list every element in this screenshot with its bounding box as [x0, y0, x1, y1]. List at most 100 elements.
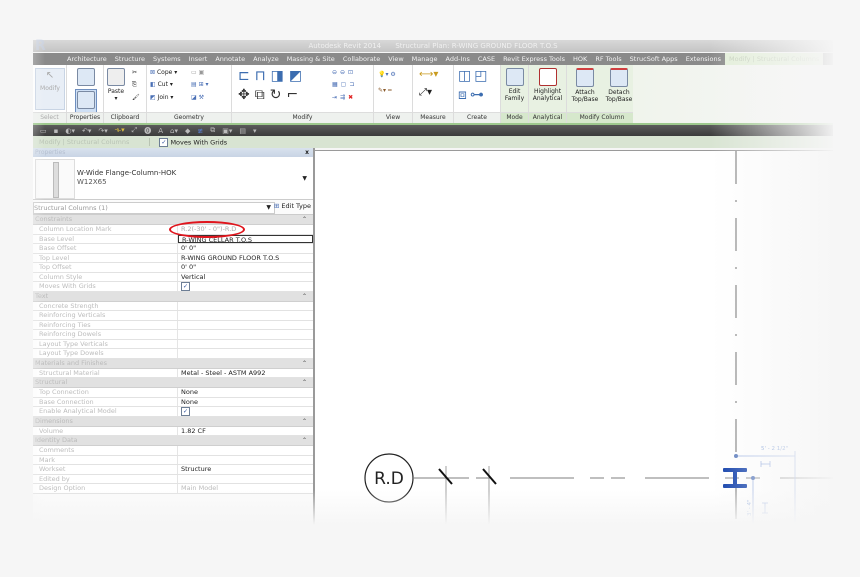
property-value[interactable] [178, 340, 313, 349]
property-value[interactable] [178, 302, 313, 311]
tab-strucsoft-apps[interactable]: StrucSoft Apps [626, 53, 682, 65]
property-value[interactable] [178, 311, 313, 320]
text-icon[interactable]: A [158, 127, 163, 135]
property-group-header[interactable]: Materials and Finishes ⌃ [33, 358, 313, 369]
property-group-header[interactable]: Identity Data ⌃ [33, 436, 313, 446]
property-group-header[interactable]: Text ⌃ [33, 291, 313, 302]
property-value[interactable]: 0' 0" [178, 263, 313, 272]
tab-revit-express-tools[interactable]: Revit Express Tools [499, 53, 569, 65]
thin-lines-icon[interactable]: ≢ [197, 127, 203, 135]
dimension-grip[interactable] [734, 454, 738, 458]
addin-icon[interactable]: ▤ [239, 127, 246, 135]
detach-top-base-button[interactable]: Detach Top/Base [603, 68, 635, 103]
type-properties-button[interactable] [77, 68, 95, 88]
property-value[interactable]: ✓ [178, 407, 313, 416]
collapse-icon[interactable]: ⌃ [302, 359, 307, 368]
moves-with-grids-option[interactable]: ✓ Moves With Grids [159, 137, 227, 147]
property-value[interactable]: 0' 0" [178, 244, 313, 253]
property-value[interactable]: ✓ [178, 282, 313, 291]
property-group-header[interactable]: Structural ⌃ [33, 378, 313, 388]
cut-clip-icon[interactable]: ✂ [132, 69, 137, 76]
create-part-icons[interactable]: ◫◰ [458, 68, 490, 84]
dimension-grip[interactable] [751, 476, 755, 480]
match-properties-icon[interactable]: 🖌 [132, 94, 140, 101]
tab-collaborate[interactable]: Collaborate [339, 53, 384, 65]
property-value[interactable]: Metal - Steel - ASTM A992 [178, 369, 313, 378]
drawing-canvas[interactable]: R.D 5' - 2 1/2" 3' - 4" [315, 150, 833, 544]
tab-extensions[interactable]: Extensions [682, 53, 725, 65]
property-value[interactable]: Main Model [178, 484, 313, 493]
property-value[interactable] [178, 456, 313, 465]
tab-annotate[interactable]: Annotate [211, 53, 249, 65]
tab-modify-structural-columns[interactable]: Modify | Structural Columns [724, 53, 824, 65]
aligned-dimension-icon[interactable]: ⟛▾ [115, 126, 125, 135]
override-brush-icon[interactable]: ✎▾ ═ [378, 87, 392, 94]
open-icon[interactable]: ▭ [40, 127, 47, 135]
collapse-icon[interactable]: ⌃ [302, 417, 307, 426]
tab-analyze[interactable]: Analyze [249, 53, 283, 65]
tab-massing-site[interactable]: Massing & Site [283, 53, 339, 65]
collapse-icon[interactable]: ⌃ [302, 292, 307, 301]
redo-icon[interactable]: ↷▾ [98, 127, 107, 135]
join-button[interactable]: ◩ Join ▾ [150, 94, 173, 101]
tab-hok[interactable]: HOK [569, 53, 591, 65]
property-value[interactable] [178, 330, 313, 339]
dimension-vertical-text[interactable]: 3' - 4" [747, 499, 753, 516]
unpin-delete-icons[interactable]: ⇥⇶✖ [332, 94, 356, 101]
3d-view-icon[interactable]: ⌂▾ [170, 127, 178, 135]
tab-rf-tools[interactable]: RF Tools [591, 53, 625, 65]
dimension-horizontal-text[interactable]: 5' - 2 1/2" [761, 446, 788, 452]
tab-systems[interactable]: Systems [149, 53, 185, 65]
property-value[interactable] [178, 446, 313, 455]
property-group-header[interactable]: Dimensions ⌃ [33, 416, 313, 427]
attach-top-base-button[interactable]: Attach Top/Base [569, 68, 601, 103]
edit-family-button[interactable]: Edit Family [503, 68, 526, 102]
tab-structure[interactable]: Structure [111, 53, 149, 65]
paste-button[interactable]: Paste ▾ [107, 68, 125, 102]
wall-joins-icon[interactable]: ▭ ▣ [191, 69, 204, 76]
modify-button[interactable]: ↖ Modify [35, 68, 65, 110]
collapse-icon[interactable]: ⌃ [302, 436, 307, 445]
tab-manage[interactable]: Manage [408, 53, 442, 65]
close-icon[interactable]: x [305, 148, 309, 157]
paint-icon[interactable]: ◪ ⚒ [191, 94, 204, 101]
chevron-down-icon[interactable]: ▼ [302, 175, 307, 182]
highlight-analytical-button[interactable]: Highlight Analytical [531, 68, 564, 102]
tag-icon[interactable]: ⓿ [144, 126, 151, 136]
tab-add-ins[interactable]: Add-Ins [442, 53, 474, 65]
edit-type-button[interactable]: ⊞ Edit Type [274, 202, 311, 210]
collapse-icon[interactable]: ⌃ [302, 215, 307, 224]
split-face-icon[interactable]: ▤ ⊞ ▾ [191, 81, 209, 88]
property-value[interactable]: 1.82 CF [178, 427, 313, 436]
properties-toggle-button[interactable] [75, 89, 97, 113]
property-group-header[interactable]: Constraints ⌃ [33, 215, 313, 225]
align-offset-mirror-icons[interactable]: ⊏⊓◨◩ [238, 68, 307, 84]
property-checkbox[interactable]: ✓ [181, 282, 190, 291]
cut-button[interactable]: ◧ Cut ▾ [150, 81, 173, 88]
property-value[interactable] [178, 321, 313, 330]
property-value[interactable]: R.2(-30' - 0")-R.D [169, 221, 313, 238]
tab-view[interactable]: View [384, 53, 407, 65]
tab-case[interactable]: CASE [474, 53, 499, 65]
customize-qat-icon[interactable]: ▾ [253, 127, 257, 135]
hide-bulb-icon[interactable]: 💡▾ ⚙ [378, 71, 396, 78]
collapse-icon[interactable]: ⌃ [302, 378, 307, 387]
create-assembly-icons[interactable]: ⧈⊶ [458, 87, 487, 103]
property-value[interactable]: R-WING GROUND FLOOR T.O.S [178, 254, 313, 263]
cope-button[interactable]: ⊠ Cope ▾ [150, 69, 177, 76]
split-icons[interactable]: ⊖⊖⊡ [332, 69, 356, 76]
sync-icon[interactable]: ◐▾ [65, 127, 75, 135]
measure-ruler-icon[interactable]: ⟷▾ [419, 69, 438, 80]
moves-with-grids-checkbox[interactable]: ✓ [159, 137, 169, 147]
property-value[interactable]: Vertical [178, 273, 313, 282]
property-value[interactable] [178, 475, 313, 484]
dimension-icon[interactable]: ⤢▾ [419, 87, 432, 98]
property-value[interactable]: None [178, 388, 313, 397]
type-selector[interactable]: W-Wide Flange-Column-HOK W12X65 ▼ [33, 157, 313, 200]
switch-windows-icon[interactable]: ▣▾ [222, 127, 232, 135]
instance-filter-dropdown[interactable]: Structural Columns (1) ▼ [33, 202, 275, 214]
property-value[interactable]: Structure [178, 465, 313, 474]
array-scale-pin-icons[interactable]: ▦▢⊐ [332, 81, 357, 88]
measure-icon[interactable]: ⤢ [132, 126, 138, 135]
tab-architecture[interactable]: Architecture [63, 53, 111, 65]
